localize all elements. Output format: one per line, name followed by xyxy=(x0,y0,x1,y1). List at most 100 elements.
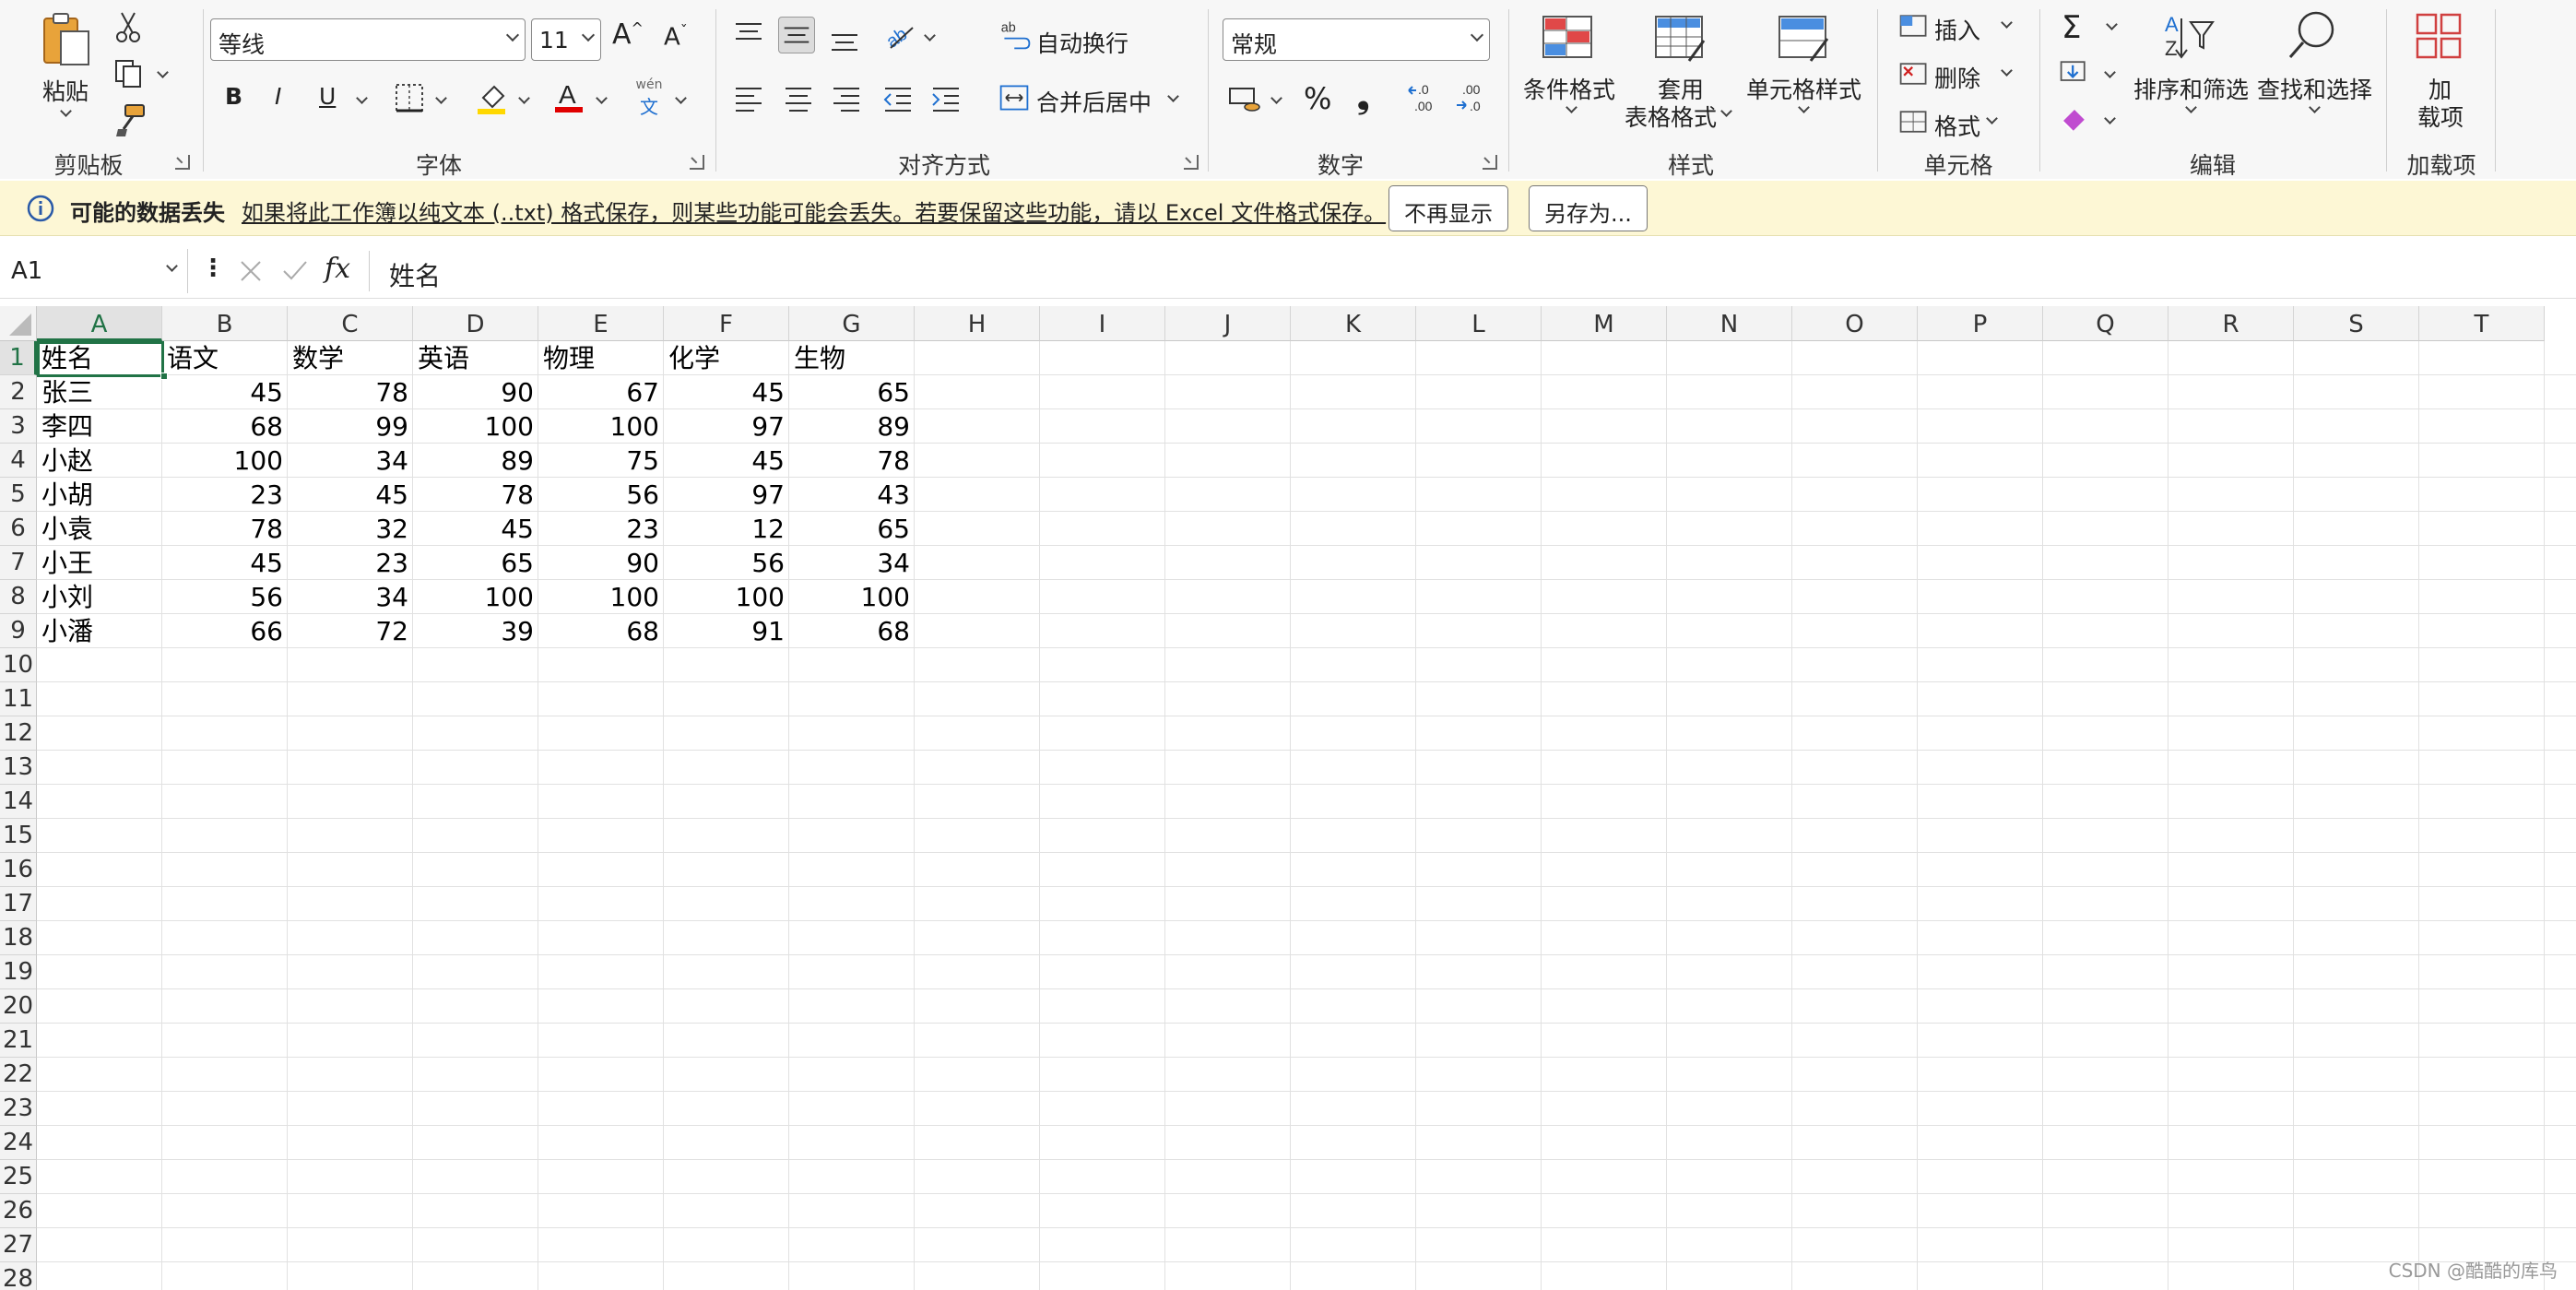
cell-g6[interactable]: 65 xyxy=(789,512,915,546)
phonetic-dropdown-icon[interactable] xyxy=(675,92,687,104)
accounting-format-icon[interactable] xyxy=(1226,79,1263,116)
cell-g2[interactable]: 65 xyxy=(789,375,915,409)
cell-b8[interactable]: 56 xyxy=(162,580,288,614)
column-header-s[interactable]: S xyxy=(2294,306,2419,341)
cell-a4[interactable]: 小赵 xyxy=(37,444,162,478)
increase-indent-icon[interactable] xyxy=(928,79,964,116)
underline-button[interactable]: U xyxy=(319,83,336,110)
align-middle-icon[interactable] xyxy=(778,17,815,53)
paste-dropdown-icon[interactable] xyxy=(60,105,72,117)
cell-c3[interactable]: 99 xyxy=(288,409,413,444)
column-header-e[interactable]: E xyxy=(538,306,664,341)
row-header-11[interactable]: 11 xyxy=(0,682,37,716)
cell-e1[interactable]: 物理 xyxy=(538,341,664,375)
row-header-3[interactable]: 3 xyxy=(0,409,37,444)
cell-a5[interactable]: 小胡 xyxy=(37,478,162,512)
row-header-25[interactable]: 25 xyxy=(0,1160,37,1194)
autosum-icon[interactable]: Σ xyxy=(2062,9,2081,46)
format-table-dropdown-icon[interactable] xyxy=(1720,105,1732,117)
cell-e9[interactable]: 68 xyxy=(538,614,664,648)
row-header-10[interactable]: 10 xyxy=(0,648,37,682)
column-header-d[interactable]: D xyxy=(413,306,538,341)
row-header-5[interactable]: 5 xyxy=(0,478,37,512)
cell-d5[interactable]: 78 xyxy=(413,478,538,512)
font-color-dropdown-icon[interactable] xyxy=(596,92,608,104)
cell-g4[interactable]: 78 xyxy=(789,444,915,478)
accounting-dropdown-icon[interactable] xyxy=(1270,92,1282,104)
cell-c1[interactable]: 数学 xyxy=(288,341,413,375)
row-header-16[interactable]: 16 xyxy=(0,853,37,887)
cell-d6[interactable]: 45 xyxy=(413,512,538,546)
cell-f7[interactable]: 56 xyxy=(664,546,789,580)
row-header-4[interactable]: 4 xyxy=(0,444,37,478)
cell-c4[interactable]: 34 xyxy=(288,444,413,478)
cell-f2[interactable]: 45 xyxy=(664,375,789,409)
addins-line2[interactable]: 载项 xyxy=(2417,100,2464,133)
row-header-12[interactable]: 12 xyxy=(0,716,37,751)
cell-f6[interactable]: 12 xyxy=(664,512,789,546)
cell-c8[interactable]: 34 xyxy=(288,580,413,614)
orientation-dropdown-icon[interactable] xyxy=(924,30,936,41)
cell-g1[interactable]: 生物 xyxy=(789,341,915,375)
cancel-entry-icon[interactable] xyxy=(232,253,269,290)
fill-icon[interactable] xyxy=(2058,55,2095,92)
row-header-27[interactable]: 27 xyxy=(0,1228,37,1262)
number-launcher-icon[interactable] xyxy=(1483,155,1497,170)
orientation-icon[interactable]: ab xyxy=(881,17,918,53)
shrink-font-button[interactable]: Aˇ xyxy=(664,22,688,52)
dont-show-again-button[interactable]: 不再显示 xyxy=(1388,185,1508,231)
copy-icon[interactable] xyxy=(111,55,148,92)
cell-d9[interactable]: 39 xyxy=(413,614,538,648)
row-header-20[interactable]: 20 xyxy=(0,989,37,1024)
cell-b6[interactable]: 78 xyxy=(162,512,288,546)
cut-icon[interactable] xyxy=(111,9,148,46)
cell-g7[interactable]: 34 xyxy=(789,546,915,580)
column-header-g[interactable]: G xyxy=(789,306,915,341)
cell-e7[interactable]: 90 xyxy=(538,546,664,580)
alignment-launcher-icon[interactable] xyxy=(1184,155,1199,170)
name-box-dropdown-icon[interactable] xyxy=(166,260,178,272)
column-header-p[interactable]: P xyxy=(1918,306,2043,341)
column-header-j[interactable]: J xyxy=(1165,306,1291,341)
cell-b4[interactable]: 100 xyxy=(162,444,288,478)
column-header-l[interactable]: L xyxy=(1416,306,1542,341)
column-header-c[interactable]: C xyxy=(288,306,413,341)
cell-b9[interactable]: 66 xyxy=(162,614,288,648)
row-header-1[interactable]: 1 xyxy=(0,341,37,375)
insert-function-button[interactable]: fx xyxy=(325,253,350,285)
row-header-17[interactable]: 17 xyxy=(0,887,37,921)
delete-dropdown-icon[interactable] xyxy=(2001,65,2013,77)
column-header-q[interactable]: Q xyxy=(2043,306,2168,341)
row-header-28[interactable]: 28 xyxy=(0,1262,37,1290)
wrap-text-icon[interactable]: ab xyxy=(999,18,1036,55)
copy-dropdown-icon[interactable] xyxy=(157,66,169,78)
insert-dropdown-icon[interactable] xyxy=(2001,17,2013,29)
merge-center-icon[interactable] xyxy=(998,81,1034,118)
cell-e4[interactable]: 75 xyxy=(538,444,664,478)
autosum-dropdown-icon[interactable] xyxy=(2106,18,2118,30)
cell-b3[interactable]: 68 xyxy=(162,409,288,444)
cell-d2[interactable]: 90 xyxy=(413,375,538,409)
column-header-k[interactable]: K xyxy=(1291,306,1416,341)
merge-dropdown-icon[interactable] xyxy=(1167,90,1179,102)
cell-d8[interactable]: 100 xyxy=(413,580,538,614)
cell-e6[interactable]: 23 xyxy=(538,512,664,546)
decrease-decimal-icon[interactable]: .00.0 xyxy=(1453,79,1490,116)
cell-c6[interactable]: 32 xyxy=(288,512,413,546)
cell-b7[interactable]: 45 xyxy=(162,546,288,580)
font-size-select[interactable]: 11 xyxy=(531,18,601,61)
name-box[interactable]: A1 xyxy=(4,249,188,293)
percent-button[interactable]: % xyxy=(1304,81,1331,116)
grow-font-button[interactable]: A^ xyxy=(612,18,644,51)
row-header-24[interactable]: 24 xyxy=(0,1126,37,1160)
sort-filter-icon[interactable]: AZ xyxy=(2161,9,2216,65)
find-select-icon[interactable] xyxy=(2285,7,2340,63)
addins-icon[interactable] xyxy=(2414,11,2465,63)
font-launcher-icon[interactable] xyxy=(690,155,704,170)
cell-f8[interactable]: 100 xyxy=(664,580,789,614)
delete-icon[interactable] xyxy=(1897,57,1934,94)
borders-dropdown-icon[interactable] xyxy=(435,92,447,104)
cell-a7[interactable]: 小王 xyxy=(37,546,162,580)
row-header-19[interactable]: 19 xyxy=(0,955,37,989)
confirm-entry-icon[interactable] xyxy=(277,253,313,290)
